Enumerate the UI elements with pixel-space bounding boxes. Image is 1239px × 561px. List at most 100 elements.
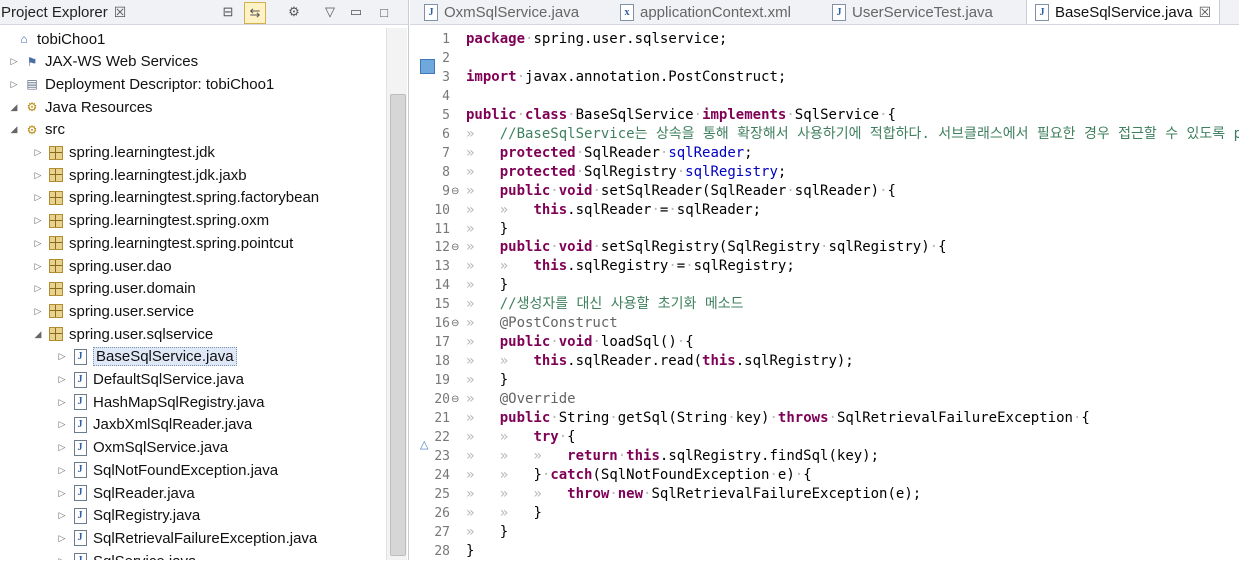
code-line[interactable]: } [466,542,474,560]
tree-item[interactable]: ▷ spring.learningtest.jdk.jaxb [32,164,247,186]
code-line[interactable]: » » » return·this.sqlRegistry.findSql(ke… [466,447,879,466]
expand-toggle-icon[interactable]: ◢ [8,124,20,135]
tree-item[interactable]: ◢ ⚙ Java Resources [8,96,153,118]
expand-toggle-icon[interactable]: ◢ [32,329,44,340]
expand-toggle-icon[interactable]: ▷ [56,556,68,560]
code-area[interactable]: package·spring.user.sqlservice; import·ja… [466,26,1239,560]
minimize-icon[interactable]: ▭ [346,2,366,22]
code-line[interactable]: package·spring.user.sqlservice; [466,30,727,49]
code-line[interactable]: public·class·BaseSqlService·implements·S… [466,106,896,125]
code-token: · [693,106,703,123]
code-line[interactable]: » » » throw·new·SqlRetrievalFailureExcep… [466,485,921,504]
close-icon[interactable]: ☒ [1199,4,1212,21]
tree-item[interactable]: ⌂ tobiChoo1 [0,28,105,50]
expand-toggle-icon[interactable]: ▷ [56,488,68,499]
maximize-icon[interactable]: □ [374,2,394,22]
tree-item[interactable]: ▷ J SqlService.java [56,550,196,560]
expand-toggle-icon[interactable]: ▷ [8,79,20,90]
code-line[interactable]: » public·void·setSqlReader(SqlReader·sql… [466,182,896,201]
fold-toggle-icon[interactable]: ⊖ [451,238,461,257]
filter-icon[interactable]: ⚙ [284,2,304,22]
code-token: setSqlReader(SqlReader [600,182,787,199]
tree-item[interactable]: ▷ J OxmSqlService.java [56,437,229,459]
editor-tab[interactable]: J OxmSqlService.java [424,0,579,24]
collapse-all-icon[interactable]: ⊟ [218,2,238,22]
tree-item[interactable]: ▷ spring.user.dao [32,255,172,277]
expand-toggle-icon[interactable]: ▷ [56,374,68,385]
tree-item[interactable]: ▷ J SqlRegistry.java [56,505,201,527]
tree-item[interactable]: ◢ spring.user.sqlservice [32,323,214,345]
editor-tab[interactable]: J BaseSqlService.java ☒ [1026,0,1221,24]
expand-toggle-icon[interactable]: ▷ [32,147,44,158]
code-line[interactable]: » public·void·loadSql()·{ [466,333,694,352]
code-line[interactable]: » protected·SqlReader·sqlReader; [466,144,753,163]
code-line[interactable]: » } [466,220,508,239]
tree-item[interactable]: ▷ ⚑ JAX-WS Web Services [8,51,199,73]
code-line[interactable]: » protected·SqlRegistry·sqlRegistry; [466,163,786,182]
expand-toggle-icon[interactable]: ▷ [56,533,68,544]
fold-toggle-icon[interactable]: ⊖ [451,182,461,201]
expand-toggle-icon[interactable]: ▷ [56,465,68,476]
code-token: public [499,334,551,351]
expand-toggle-icon[interactable]: ▷ [56,351,68,362]
expand-toggle-icon[interactable]: ▷ [8,56,20,67]
fold-toggle-icon[interactable]: ⊖ [451,390,461,409]
expand-toggle-icon[interactable]: ◢ [8,102,20,113]
tree-item[interactable]: ▷ spring.learningtest.spring.oxm [32,210,270,232]
code-line[interactable]: » » try·{ [466,428,576,447]
code-line[interactable]: » » this.sqlRegistry·=·sqlRegistry; [466,257,795,276]
code-line[interactable]: » » }·catch(SqlNotFoundException·e)·{ [466,466,812,485]
tree-item[interactable]: ▷ spring.learningtest.spring.factorybean [32,187,320,209]
tree-item[interactable]: ▷ J SqlRetrievalFailureException.java [56,527,318,549]
editor-tab[interactable]: x applicationContext.xml [620,0,791,24]
tree-item[interactable]: ▷ spring.user.service [32,300,195,322]
scroll-thumb[interactable] [390,94,406,556]
code-line[interactable]: » @Override [466,390,576,409]
tree-item[interactable]: ▷ J SqlReader.java [56,482,195,504]
code-line[interactable]: » //생성자를 대신 사용할 초기화 메소드 [466,295,744,314]
code-line[interactable]: » @PostConstruct [466,314,618,333]
tree-item[interactable]: ▷ spring.user.domain [32,278,196,300]
code-line[interactable]: » » this.sqlReader·=·sqlReader; [466,201,761,220]
tree-item[interactable]: ◢ ⚙ src [8,119,65,141]
code-line[interactable]: » » this.sqlReader.read(this.sqlRegistry… [466,352,854,371]
expand-toggle-icon[interactable]: ▷ [32,261,44,272]
code-line[interactable]: » » } [466,504,542,523]
expand-toggle-icon[interactable]: ▷ [32,283,44,294]
tree-item[interactable]: ▷ J DefaultSqlService.java [56,369,244,391]
expand-toggle-icon[interactable]: ▷ [56,397,68,408]
line-number: 8 [442,164,450,180]
expand-toggle-icon[interactable]: ▷ [56,510,68,521]
expand-toggle-icon[interactable]: ▷ [32,192,44,203]
view-menu-icon[interactable]: ▽ [320,2,340,22]
code-line[interactable]: » public·String·getSql(String·key)·throw… [466,409,1090,428]
code-token: » » [466,258,534,275]
tree-scrollbar[interactable] [386,28,407,560]
tree-item[interactable]: ▷ J SqlNotFoundException.java [56,459,279,481]
line-number: 5 [442,107,450,123]
expand-toggle-icon[interactable]: ▷ [56,419,68,430]
close-icon[interactable]: ☒ [114,4,127,21]
expand-toggle-icon[interactable]: ▷ [32,215,44,226]
code-line[interactable]: » } [466,371,508,390]
tree-item[interactable]: ▷ spring.learningtest.spring.pointcut [32,232,294,254]
expand-toggle-icon[interactable]: ▷ [32,306,44,317]
expand-toggle-icon[interactable]: ▷ [32,238,44,249]
tree-item[interactable]: ▷ ▤ Deployment Descriptor: tobiChoo1 [8,73,275,95]
tree-item[interactable]: ▷ spring.learningtest.jdk [32,142,215,164]
code-line[interactable]: » //BaseSqlService는 상속을 통해 확장해서 사용하기에 적합… [466,125,1239,144]
tree-item[interactable]: ▷ J JaxbXmlSqlReader.java [56,414,253,436]
code-token: } [499,277,509,294]
tree-item[interactable]: ▷ J HashMapSqlRegistry.java [56,391,265,413]
code-line[interactable]: » public·void·setSqlRegistry(SqlRegistry… [466,238,947,257]
tab-project-explorer[interactable]: Project Explorer ☒ [0,0,126,24]
expand-toggle-icon[interactable]: ▷ [56,442,68,453]
expand-toggle-icon[interactable]: ▷ [32,170,44,181]
fold-toggle-icon[interactable]: ⊖ [451,314,461,333]
code-line[interactable]: » } [466,276,508,295]
code-line[interactable]: import·javax.annotation.PostConstruct; [466,68,786,87]
link-with-editor-icon[interactable]: ⇆ [244,2,266,24]
tree-item[interactable]: ▷ J BaseSqlService.java [56,346,237,368]
code-line[interactable]: » } [466,523,508,542]
editor-tab[interactable]: J UserServiceTest.java [832,0,993,24]
